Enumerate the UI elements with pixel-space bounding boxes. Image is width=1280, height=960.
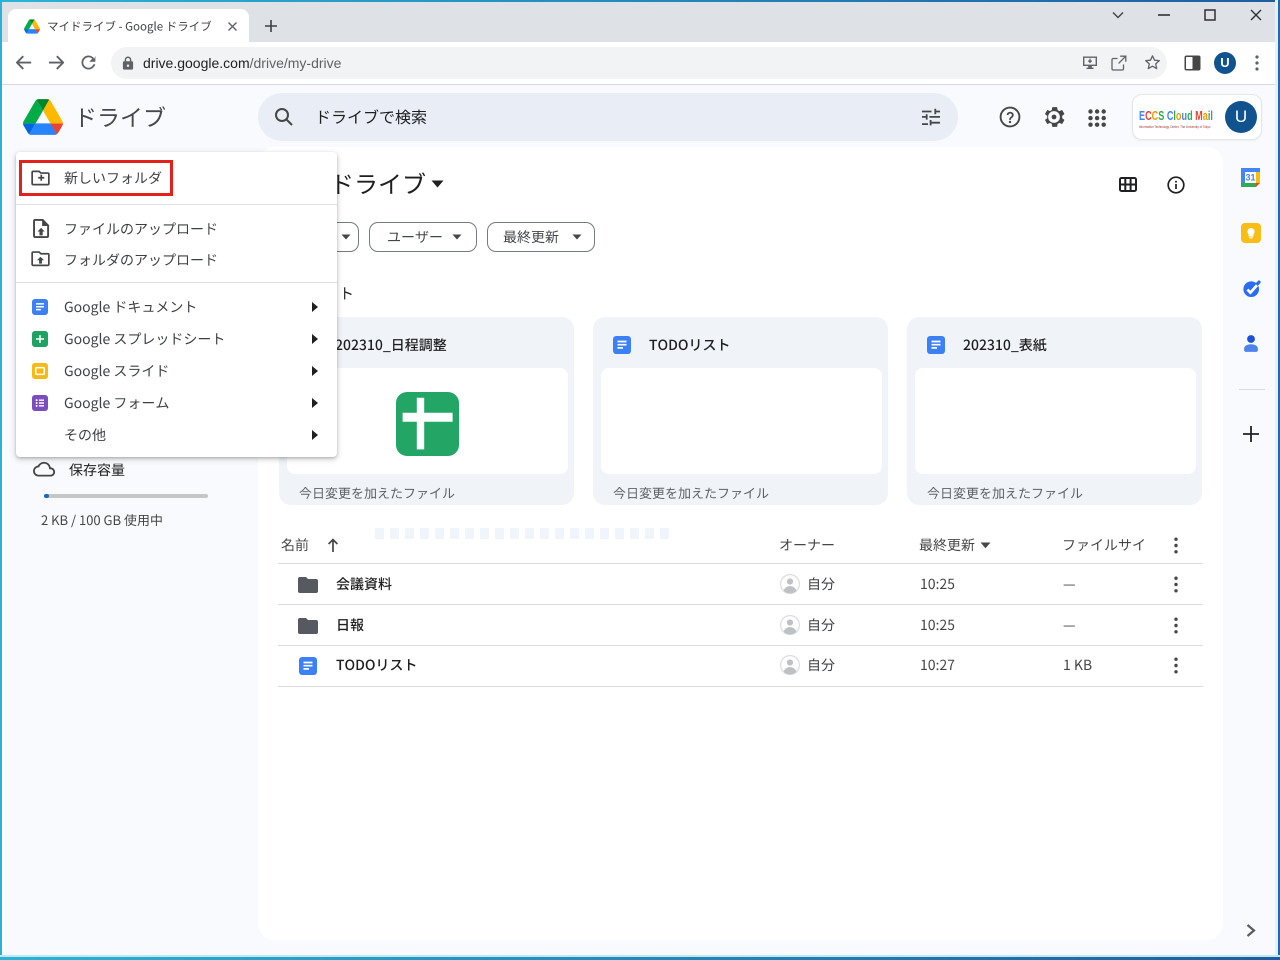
svg-text:31: 31 [1245, 173, 1255, 183]
